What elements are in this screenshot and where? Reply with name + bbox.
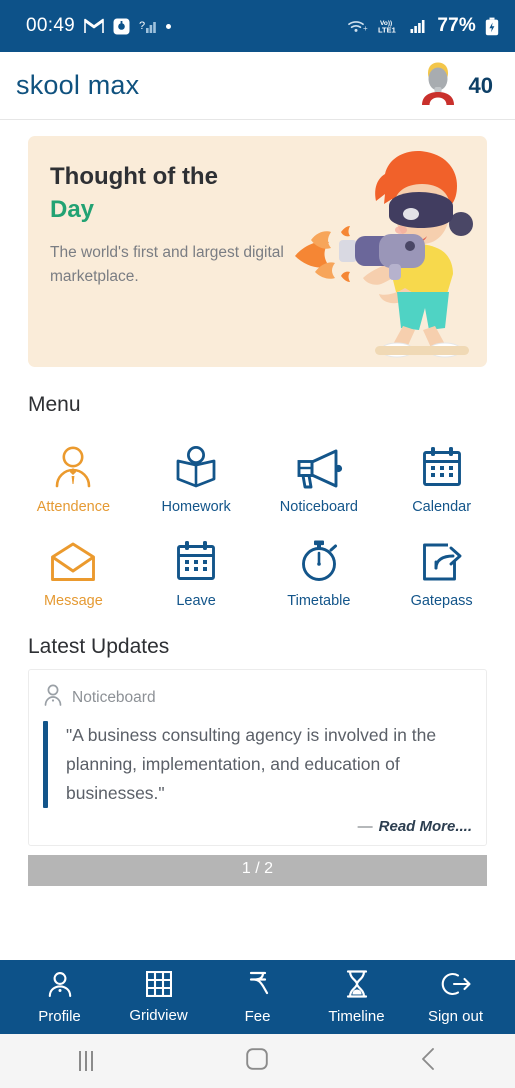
read-more-link[interactable]: — Read More.... bbox=[43, 818, 472, 835]
update-source: Noticeboard bbox=[43, 684, 472, 711]
thought-body-text: The world's first and largest digital ma… bbox=[50, 244, 284, 286]
status-bar-left: 00:49 ? bbox=[26, 15, 172, 37]
menu-label-noticeboard: Noticeboard bbox=[279, 499, 358, 515]
svg-text:?: ? bbox=[139, 20, 145, 32]
menu-item-noticeboard[interactable]: Noticeboard bbox=[258, 429, 381, 519]
grid-icon bbox=[145, 970, 172, 1002]
menu-item-timetable[interactable]: Timetable bbox=[258, 523, 381, 613]
thought-of-the-day-card: Thought of the Day The world's first and… bbox=[28, 136, 487, 367]
battery-percentage-label: 77% bbox=[437, 15, 476, 36]
menu-item-gatepass[interactable]: Gatepass bbox=[380, 523, 503, 613]
person-with-tie-icon bbox=[52, 443, 94, 489]
bottom-navigation-bar: Profile Gridview Fee Timeline Sign out bbox=[0, 960, 515, 1034]
profile-area[interactable]: 40 bbox=[416, 59, 493, 112]
megaphone-icon bbox=[294, 443, 344, 489]
menu-label-attendence: Attendence bbox=[36, 499, 111, 515]
bottom-nav-label-fee: Fee bbox=[244, 1007, 271, 1025]
menu-label-calendar: Calendar bbox=[412, 499, 472, 515]
latest-updates-title: Latest Updates bbox=[28, 635, 170, 658]
cellular-signal-icon bbox=[410, 18, 428, 34]
open-book-icon bbox=[173, 443, 219, 489]
gmail-icon bbox=[84, 18, 104, 34]
status-bar-clock: 00:49 bbox=[26, 15, 76, 36]
menu-label-message: Message bbox=[43, 593, 103, 609]
read-more-dash: — bbox=[357, 817, 373, 835]
notification-count: 40 bbox=[468, 72, 493, 98]
update-pager[interactable]: 1 / 2 bbox=[28, 854, 487, 886]
latest-update-card[interactable]: Noticeboard "A business consulting agenc… bbox=[28, 669, 487, 846]
menu-label-timetable: Timetable bbox=[287, 593, 351, 609]
recents-button[interactable] bbox=[41, 1051, 131, 1071]
open-envelope-icon bbox=[49, 537, 97, 583]
menu-label-homework: Homework bbox=[161, 499, 231, 515]
dot-icon bbox=[166, 23, 172, 29]
exit-arrow-box-icon bbox=[420, 537, 464, 583]
home-button[interactable] bbox=[212, 1047, 302, 1075]
menu-item-message[interactable]: Message bbox=[12, 523, 135, 613]
read-more-label[interactable]: Read More.... bbox=[379, 818, 472, 835]
volte-icon: Vo)) LTE1 bbox=[377, 18, 401, 35]
app-bar: skool max 40 bbox=[0, 52, 515, 120]
main-content: Thought of the Day The world's first and… bbox=[0, 120, 515, 960]
update-quote-text: "A business consulting agency is involve… bbox=[66, 725, 437, 803]
sign-out-icon bbox=[441, 970, 471, 1003]
menu-label-leave: Leave bbox=[176, 593, 216, 609]
bottom-nav-label-profile: Profile bbox=[38, 1007, 81, 1025]
menu-section-title: Menu bbox=[28, 393, 81, 416]
menu-item-homework[interactable]: Homework bbox=[135, 429, 258, 519]
bottom-nav-fee[interactable]: Fee bbox=[208, 970, 307, 1025]
wifi-icon: + bbox=[347, 18, 368, 34]
calendar-icon bbox=[421, 443, 463, 489]
update-quote-block: "A business consulting agency is involve… bbox=[43, 721, 472, 808]
android-navigation-bar bbox=[0, 1034, 515, 1088]
stopwatch-icon bbox=[297, 537, 341, 583]
menu-item-attendence[interactable]: Attendence bbox=[12, 429, 135, 519]
calendar-icon bbox=[175, 537, 217, 583]
rupee-icon bbox=[246, 970, 270, 1003]
phone-screen: 00:49 ? + Vo)) LTE1 77% skool max 40 Tho… bbox=[0, 0, 515, 1088]
bottom-nav-label-timeline: Timeline bbox=[328, 1007, 385, 1025]
bottom-nav-timeline[interactable]: Timeline bbox=[307, 969, 406, 1025]
menu-grid: Attendence Homework Noticeboard Calendar… bbox=[12, 429, 503, 613]
app-notification-icon bbox=[113, 18, 130, 35]
app-title: skool max bbox=[16, 70, 140, 100]
status-bar-right: + Vo)) LTE1 77% bbox=[347, 15, 499, 37]
person-outline-icon bbox=[43, 684, 63, 711]
battery-icon bbox=[485, 17, 499, 36]
back-button[interactable] bbox=[384, 1047, 474, 1076]
menu-item-leave[interactable]: Leave bbox=[135, 523, 258, 613]
bottom-nav-signout[interactable]: Sign out bbox=[406, 970, 505, 1025]
home-square-icon bbox=[246, 1047, 269, 1075]
bottom-nav-label-signout: Sign out bbox=[427, 1007, 484, 1025]
signal-question-icon: ? bbox=[139, 18, 157, 34]
update-source-label: Noticeboard bbox=[72, 688, 156, 706]
boy-with-vr-headset-icon bbox=[293, 144, 483, 359]
person-icon bbox=[46, 970, 74, 1003]
back-chevron-icon bbox=[420, 1047, 438, 1076]
svg-text:LTE1: LTE1 bbox=[378, 25, 396, 34]
bottom-nav-gridview[interactable]: Gridview bbox=[109, 970, 208, 1024]
status-bar: 00:49 ? + Vo)) LTE1 77% bbox=[0, 0, 515, 52]
bottom-nav-label-gridview: Gridview bbox=[129, 1006, 188, 1024]
menu-item-calendar[interactable]: Calendar bbox=[380, 429, 503, 519]
svg-text:+: + bbox=[363, 24, 368, 33]
recents-icon bbox=[78, 1051, 93, 1071]
user-avatar[interactable] bbox=[416, 59, 460, 112]
hourglass-icon bbox=[345, 969, 369, 1003]
bottom-nav-profile[interactable]: Profile bbox=[10, 970, 109, 1025]
menu-label-gatepass: Gatepass bbox=[410, 593, 473, 609]
